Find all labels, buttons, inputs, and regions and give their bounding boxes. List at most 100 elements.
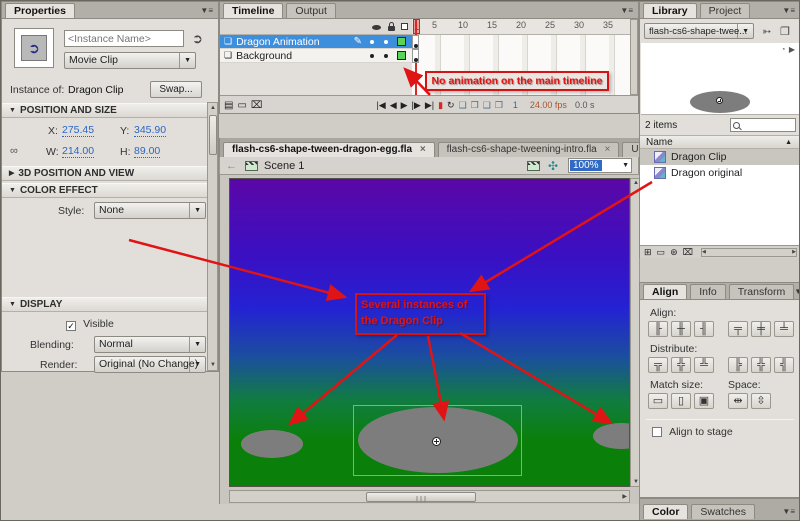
scene-name[interactable]: Scene 1 xyxy=(264,160,304,172)
new-folder-icon[interactable]: ▭ xyxy=(657,247,666,258)
keyframe-cell[interactable] xyxy=(412,35,419,49)
goto-first-frame-icon[interactable]: |◀ xyxy=(376,100,385,111)
align-right-button[interactable]: ╢ xyxy=(694,321,714,337)
panel-menu-icon[interactable]: ▼≡ xyxy=(794,284,800,299)
new-symbol-icon[interactable]: ⊞ xyxy=(644,247,652,258)
item-properties-icon[interactable]: ⊛ xyxy=(670,247,678,258)
outline-color-swatch[interactable] xyxy=(397,51,406,60)
library-document-dropdown[interactable]: ▼ flash-cs6-shape-twee... xyxy=(644,23,754,39)
dragon-clip-instance-right[interactable] xyxy=(593,423,630,449)
blending-dropdown[interactable]: ▼ Normal xyxy=(94,336,206,353)
match-width-button[interactable]: ▭ xyxy=(648,393,668,409)
stage-zoom-control[interactable]: 100% ▼ xyxy=(568,158,632,173)
new-layer-icon[interactable]: ▤ xyxy=(224,100,233,111)
pin-library-icon[interactable]: ➳ xyxy=(762,25,771,38)
frame-ruler[interactable]: 1 5 10 15 20 25 30 35 xyxy=(412,19,632,35)
match-both-button[interactable]: ▣ xyxy=(694,393,714,409)
preview-play-icon[interactable]: ▶ xyxy=(789,45,795,54)
layer-name[interactable]: Background xyxy=(236,50,292,62)
align-hcenter-button[interactable]: ╫ xyxy=(671,321,691,337)
align-to-stage-checkbox[interactable]: Align to stage xyxy=(652,426,733,438)
library-name-column-header[interactable]: Name ▲ xyxy=(640,135,800,149)
panel-menu-icon[interactable]: ▼≡ xyxy=(620,3,633,18)
center-playhead-icon[interactable]: ▮ xyxy=(438,100,443,111)
delete-layer-icon[interactable]: ⌧ xyxy=(251,100,263,111)
render-dropdown[interactable]: ▼ Original (No Change) xyxy=(94,356,206,373)
align-vmiddle-button[interactable]: ╪ xyxy=(751,321,771,337)
onion-outline-icon[interactable]: ❐ xyxy=(471,100,479,111)
onion-skin-icon[interactable]: ❏ xyxy=(459,100,467,111)
tab-output[interactable]: Output xyxy=(286,3,336,18)
symbol-type-dropdown[interactable]: ▼ Movie Clip xyxy=(64,52,196,69)
tab-transform[interactable]: Transform xyxy=(729,284,794,299)
panel-menu-icon[interactable]: ▼≡ xyxy=(200,3,213,18)
scroll-down-icon[interactable]: ▼ xyxy=(210,362,216,368)
distribute-hcenter-button[interactable]: ╬ xyxy=(751,357,771,373)
distribute-bottom-button[interactable]: ╩ xyxy=(694,357,714,373)
goto-last-frame-icon[interactable]: ▶| xyxy=(425,100,434,111)
style-dropdown[interactable]: ▼ None xyxy=(94,202,206,219)
scroll-right-icon[interactable]: ▶ xyxy=(792,249,796,255)
section-3d-position[interactable]: ▶3D POSITION AND VIEW xyxy=(2,166,208,181)
align-left-button[interactable]: ╟ xyxy=(648,321,668,337)
distribute-right-button[interactable]: ╣ xyxy=(774,357,794,373)
close-icon[interactable]: × xyxy=(420,144,426,155)
layer-name[interactable]: Dragon Animation xyxy=(236,36,319,48)
edit-multiple-frames-icon[interactable]: ❑ xyxy=(483,100,491,111)
modify-markers-icon[interactable]: ❒ xyxy=(495,100,503,111)
swap-symbol-round-icon[interactable]: ➲ xyxy=(192,31,203,47)
tab-swatches[interactable]: Swatches xyxy=(691,504,755,519)
scroll-right-icon[interactable]: ▶ xyxy=(622,493,627,500)
edit-scene-icon[interactable] xyxy=(527,161,540,171)
x-value[interactable]: 275.45 xyxy=(62,124,94,137)
layer-dragon-animation[interactable]: ❏ Dragon Animation ✎ xyxy=(220,35,412,49)
scrollbar-thumb[interactable] xyxy=(209,115,217,155)
panel-menu-icon[interactable]: ▼≡ xyxy=(782,504,795,519)
section-color-effect[interactable]: ▼COLOR EFFECT xyxy=(2,183,208,198)
doc-tab-dragon-egg[interactable]: flash-cs6-shape-tween-dragon-egg.fla × xyxy=(223,142,435,157)
library-item-dragon-original[interactable]: Dragon original xyxy=(640,165,800,181)
doc-tab-tweening-intro[interactable]: flash-cs6-shape-tweening-intro.fla × xyxy=(438,142,620,157)
w-value[interactable]: 214.00 xyxy=(62,145,94,158)
library-hscrollbar[interactable]: ◀▶ xyxy=(701,248,797,257)
new-library-panel-icon[interactable]: ❐ xyxy=(780,25,790,38)
dragon-clip-instance-left[interactable] xyxy=(241,430,303,458)
link-width-height-icon[interactable]: ∞ xyxy=(10,145,18,157)
align-bottom-button[interactable]: ╧ xyxy=(774,321,794,337)
loop-icon[interactable]: ↻ xyxy=(447,100,455,111)
scrollbar-thumb[interactable] xyxy=(366,492,476,502)
panel-menu-icon[interactable]: ▼≡ xyxy=(782,3,795,18)
section-display[interactable]: ▼DISPLAY xyxy=(2,297,208,312)
visibility-dot[interactable] xyxy=(370,54,374,58)
close-icon[interactable]: × xyxy=(605,144,611,155)
lock-column-icon[interactable] xyxy=(388,26,395,31)
visibility-dot[interactable] xyxy=(370,40,374,44)
frame-rate-value[interactable]: 24.00 fps xyxy=(530,100,567,110)
tab-properties[interactable]: Properties xyxy=(5,3,75,18)
stage-canvas[interactable]: Several instances of the Dragon Clip xyxy=(229,178,630,487)
scroll-up-icon[interactable]: ▲ xyxy=(210,105,216,111)
tab-timeline[interactable]: Timeline xyxy=(223,3,283,18)
align-top-button[interactable]: ╤ xyxy=(728,321,748,337)
outline-color-swatch[interactable] xyxy=(397,37,406,46)
distribute-top-button[interactable]: ╦ xyxy=(648,357,668,373)
properties-scrollbar[interactable]: ▲ ▼ xyxy=(207,102,218,371)
play-icon[interactable]: ▶ xyxy=(401,100,408,111)
tab-library[interactable]: Library xyxy=(643,3,697,18)
keyframe-cell[interactable] xyxy=(412,49,419,63)
back-arrow-icon[interactable]: ← xyxy=(226,160,237,172)
library-item-dragon-clip[interactable]: Dragon Clip xyxy=(640,149,800,165)
match-height-button[interactable]: ▯ xyxy=(671,393,691,409)
show-hide-column-icon[interactable] xyxy=(372,25,381,30)
stage-hscrollbar[interactable]: ▶ xyxy=(229,490,630,503)
timeline-scrollbar[interactable] xyxy=(630,19,638,95)
new-folder-icon[interactable]: ▭ xyxy=(237,100,246,111)
library-search-input[interactable] xyxy=(743,119,787,131)
visible-checkbox[interactable]: ✓ Visible xyxy=(66,318,114,331)
section-position-size[interactable]: ▼POSITION AND SIZE xyxy=(2,103,208,118)
delete-item-icon[interactable]: ⌧ xyxy=(683,247,693,258)
distribute-vcenter-button[interactable]: ╬ xyxy=(671,357,691,373)
tab-color[interactable]: Color xyxy=(643,504,688,519)
tab-info[interactable]: Info xyxy=(690,284,726,299)
outline-column-icon[interactable] xyxy=(401,23,408,30)
